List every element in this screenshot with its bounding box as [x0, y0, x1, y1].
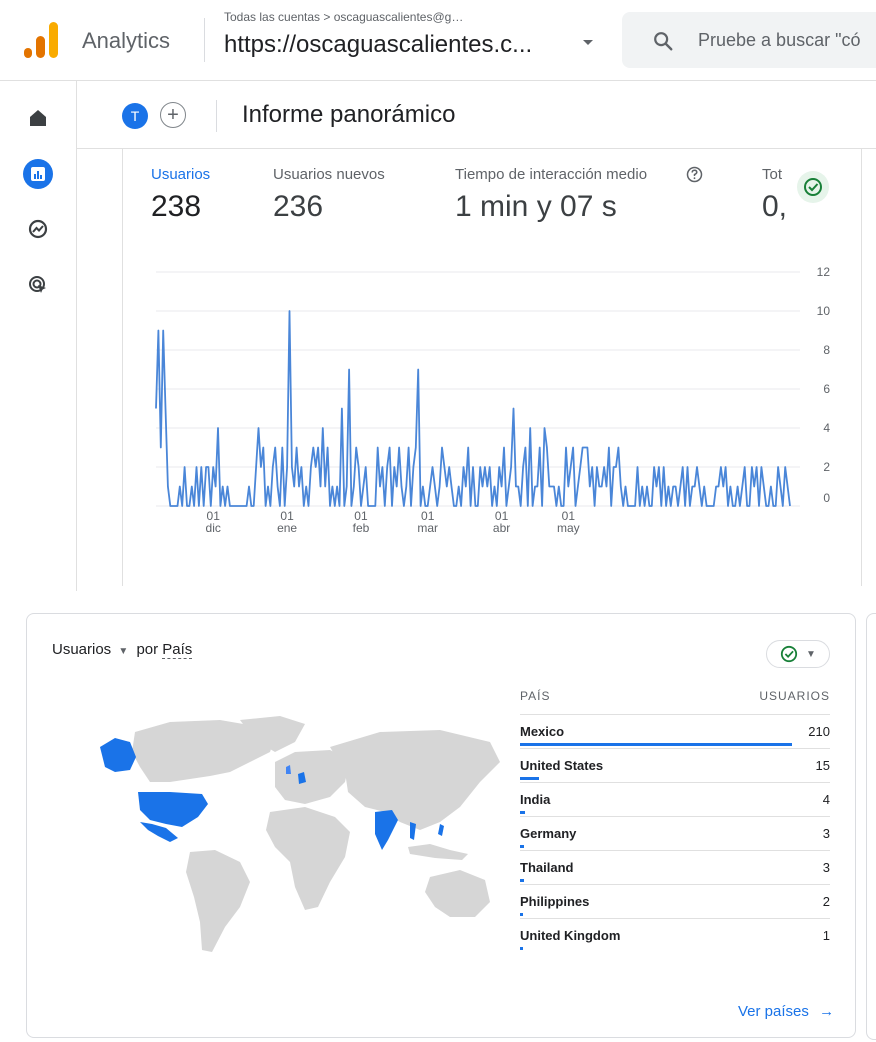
metric-tab-engagement-label[interactable]: Tiempo de interacción medio	[455, 166, 647, 183]
metric-selector[interactable]: Usuarios	[52, 641, 111, 658]
map-africa	[266, 807, 350, 910]
header-divider	[216, 100, 217, 132]
search-input[interactable]: Pruebe a buscar "có	[698, 30, 860, 51]
view-countries-link[interactable]: Ver países →	[738, 1003, 834, 1020]
country-users: 1	[822, 928, 830, 943]
map-alaska	[100, 738, 136, 772]
chevron-down-icon[interactable]	[583, 40, 593, 45]
metric-tab-engagement-value: 1 min y 07 s	[455, 190, 617, 223]
map-south-america	[186, 850, 250, 952]
x-tick-label: mar	[417, 521, 438, 535]
explore-icon[interactable]	[24, 215, 52, 243]
country-name: Germany	[520, 826, 577, 841]
y-tick-label: 8	[823, 343, 830, 357]
table-row[interactable]: Thailand 3	[520, 850, 830, 885]
table-row[interactable]: India 4	[520, 782, 830, 817]
y-tick-label: 6	[823, 382, 830, 396]
reports-icon[interactable]	[23, 159, 53, 189]
page-title: Informe panorámico	[242, 101, 456, 128]
x-tick-label: dic	[206, 521, 221, 535]
metric-tab-users-value: 238	[151, 190, 202, 223]
left-navigation	[0, 81, 77, 591]
country-share-bar	[520, 913, 523, 916]
card-options-button[interactable]: ▼	[766, 640, 830, 668]
x-tick-label: may	[557, 521, 580, 535]
y-tick-label: 4	[823, 421, 830, 435]
next-card-edge	[866, 613, 876, 1040]
data-quality-check[interactable]	[797, 171, 829, 203]
country-users: 2	[822, 894, 830, 909]
country-users: 15	[815, 758, 830, 773]
avatar[interactable]: T	[122, 103, 148, 129]
users-line-chart: 02468101201dic01ene01feb01mar01abr01may	[155, 265, 831, 535]
topbar-divider	[204, 18, 205, 62]
country-name: United Kingdom	[520, 928, 621, 943]
table-header-country[interactable]: PAÍS	[520, 689, 550, 703]
map-asia	[330, 730, 500, 830]
metric-tab-total-label[interactable]: Tot	[762, 166, 782, 183]
country-share-bar	[520, 743, 792, 746]
map-indonesia	[408, 844, 468, 860]
country-name: Mexico	[520, 724, 565, 739]
x-tick-label: ene	[277, 521, 297, 535]
country-share-bar	[520, 811, 525, 814]
table-row[interactable]: United States 15	[520, 748, 830, 783]
arrow-right-icon: →	[819, 1003, 835, 1020]
table-row[interactable]: Mexico 210	[520, 714, 830, 749]
card-title: Usuarios ▼ por País	[52, 641, 193, 659]
home-icon[interactable]	[24, 104, 52, 132]
world-map	[100, 716, 500, 952]
y-tick-label: 2	[823, 460, 830, 474]
table-row[interactable]: Philippines 2	[520, 884, 830, 919]
table-row[interactable]: United Kingdom 1	[520, 918, 830, 953]
table-header-users[interactable]: USUARIOS	[750, 689, 830, 703]
metric-tab-new-users-label[interactable]: Usuarios nuevos	[273, 166, 385, 183]
country-users: 3	[822, 860, 830, 875]
metric-tab-total-value: 0,	[762, 190, 788, 223]
search-icon	[654, 32, 673, 51]
view-countries-label: Ver países	[738, 1003, 809, 1020]
country-share-bar	[520, 845, 524, 848]
app-name: Analytics	[82, 28, 171, 53]
country-users: 210	[808, 724, 830, 739]
metric-tab-new-users-value: 236	[273, 190, 324, 223]
y-tick-label: 12	[817, 265, 831, 279]
map-philippines	[438, 824, 444, 836]
dropdown-arrow-icon[interactable]: ▼	[118, 646, 128, 657]
country-name: India	[520, 792, 551, 807]
map-india	[375, 810, 398, 850]
country-name: Thailand	[520, 860, 574, 875]
check-icon	[780, 645, 798, 663]
check-icon	[804, 178, 822, 196]
x-tick-label: abr	[493, 521, 510, 535]
country-users: 4	[822, 792, 830, 807]
y-tick-label: 10	[817, 304, 831, 318]
account-breadcrumb[interactable]: Todas las cuentas > oscaguascalientes@g…	[224, 10, 463, 24]
y-tick-label: 0	[823, 491, 830, 505]
country-share-bar	[520, 879, 524, 882]
help-icon[interactable]	[686, 166, 703, 183]
x-tick-label: feb	[353, 521, 370, 535]
series-line-users	[155, 310, 791, 507]
table-row[interactable]: Germany 3	[520, 816, 830, 851]
country-name: United States	[520, 758, 604, 773]
by-label: por	[136, 641, 159, 658]
country-name: Philippines	[520, 894, 590, 909]
section-gap	[0, 591, 876, 611]
dropdown-arrow-icon: ▼	[806, 648, 816, 660]
map-thailand	[410, 822, 416, 840]
country-share-bar	[520, 947, 523, 950]
country-share-bar	[520, 777, 539, 780]
add-comparison-button[interactable]: +	[160, 102, 186, 128]
map-united-states	[138, 792, 208, 827]
country-users: 3	[822, 826, 830, 841]
analytics-logo[interactable]	[24, 22, 58, 58]
map-australia	[425, 870, 490, 917]
metric-tab-users-label[interactable]: Usuarios	[151, 166, 210, 183]
property-selector[interactable]: https://oscaguascalientes.c...	[224, 31, 532, 59]
advertising-icon[interactable]	[24, 271, 52, 299]
dimension-selector[interactable]: País	[162, 641, 193, 659]
